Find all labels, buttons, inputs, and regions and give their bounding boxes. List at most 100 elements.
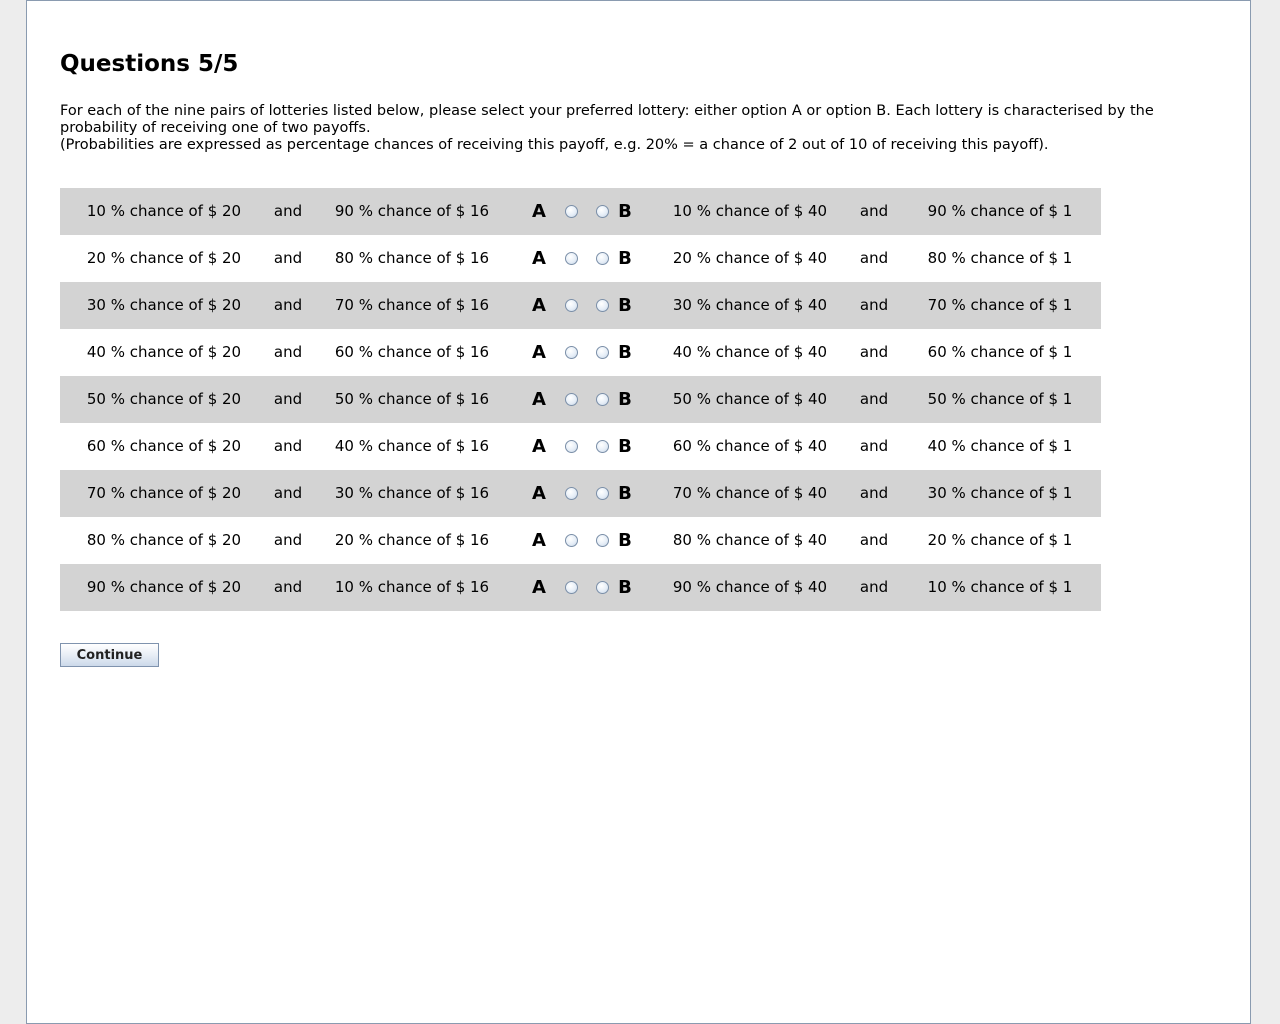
option-a-payoff-2: 30 % chance of $ 16 [334, 484, 490, 502]
option-a-radio-cell [557, 235, 578, 282]
option-a-radio-cell [557, 376, 578, 423]
option-a-radio-cell [557, 564, 578, 611]
option-b-and-label: and [859, 578, 889, 596]
option-a-label: A [532, 483, 546, 504]
option-b-radio-cell [588, 282, 609, 329]
option-a-and-label: and [273, 343, 303, 361]
option-b-radio[interactable] [596, 205, 609, 218]
option-a-payoff-1: 50 % chance of $ 20 [86, 390, 242, 408]
option-a-payoff-2: 40 % chance of $ 16 [334, 437, 490, 455]
option-b-label: B [618, 389, 632, 410]
option-b-payoff-2: 50 % chance of $ 1 [927, 390, 1073, 408]
option-a-label: A [532, 342, 546, 363]
option-a-label: A [532, 436, 546, 457]
lottery-row: 80 % chance of $ 20 and 20 % chance of $ 1… [60, 517, 1101, 564]
option-b-radio[interactable] [596, 534, 609, 547]
option-b-and-label: and [859, 249, 889, 267]
option-b-payoff-2: 40 % chance of $ 1 [927, 437, 1073, 455]
option-b-payoff-2: 90 % chance of $ 1 [927, 202, 1073, 220]
option-a-and-label: and [273, 296, 303, 314]
option-a-radio[interactable] [565, 205, 578, 218]
option-b-and-label: and [859, 296, 889, 314]
option-b-and-label: and [859, 484, 889, 502]
option-a-radio-cell [557, 188, 578, 235]
option-a-radio[interactable] [565, 487, 578, 500]
option-a-radio-cell [557, 470, 578, 517]
option-a-radio-cell [557, 282, 578, 329]
option-a-payoff-1: 80 % chance of $ 20 [86, 531, 242, 549]
option-b-payoff-2: 20 % chance of $ 1 [927, 531, 1073, 549]
option-a-payoff-2: 20 % chance of $ 16 [334, 531, 490, 549]
option-b-label: B [618, 483, 632, 504]
option-a-payoff-1: 60 % chance of $ 20 [86, 437, 242, 455]
option-a-radio[interactable] [565, 534, 578, 547]
option-a-payoff-2: 10 % chance of $ 16 [334, 578, 490, 596]
option-a-label: A [532, 389, 546, 410]
option-a-label: A [532, 577, 546, 598]
option-b-payoff-2: 70 % chance of $ 1 [927, 296, 1073, 314]
option-a-label: A [532, 530, 546, 551]
lottery-row: 20 % chance of $ 20 and 80 % chance of $ 1… [60, 235, 1101, 282]
option-a-payoff-1: 20 % chance of $ 20 [86, 249, 242, 267]
option-a-payoff-2: 70 % chance of $ 16 [334, 296, 490, 314]
instructions-text: For each of the nine pairs of lotteries … [60, 103, 1154, 136]
option-b-payoff-2: 30 % chance of $ 1 [927, 484, 1073, 502]
option-b-label: B [618, 436, 632, 457]
option-b-radio-cell [588, 188, 609, 235]
option-b-and-label: and [859, 390, 889, 408]
option-a-and-label: and [273, 249, 303, 267]
option-b-payoff-1: 80 % chance of $ 40 [672, 531, 828, 549]
page-title: Questions 5/5 [60, 51, 239, 77]
option-b-payoff-1: 30 % chance of $ 40 [672, 296, 828, 314]
option-b-radio-cell [588, 329, 609, 376]
option-b-label: B [618, 342, 632, 363]
option-a-radio[interactable] [565, 581, 578, 594]
option-a-radio-cell [557, 423, 578, 470]
lottery-row: 90 % chance of $ 20 and 10 % chance of $ 1… [60, 564, 1101, 611]
option-a-payoff-2: 90 % chance of $ 16 [334, 202, 490, 220]
option-a-payoff-2: 50 % chance of $ 16 [334, 390, 490, 408]
option-a-and-label: and [273, 484, 303, 502]
option-b-label: B [618, 577, 632, 598]
continue-button[interactable]: Continue [60, 643, 159, 667]
option-a-and-label: and [273, 578, 303, 596]
option-a-label: A [532, 248, 546, 269]
option-b-label: B [618, 248, 632, 269]
option-a-radio[interactable] [565, 252, 578, 265]
option-a-radio[interactable] [565, 299, 578, 312]
option-a-payoff-1: 40 % chance of $ 20 [86, 343, 242, 361]
option-a-payoff-1: 90 % chance of $ 20 [86, 578, 242, 596]
option-b-radio[interactable] [596, 487, 609, 500]
option-a-radio-cell [557, 517, 578, 564]
option-a-payoff-1: 70 % chance of $ 20 [86, 484, 242, 502]
option-b-payoff-1: 90 % chance of $ 40 [672, 578, 828, 596]
option-b-radio[interactable] [596, 252, 609, 265]
option-b-radio[interactable] [596, 299, 609, 312]
option-a-and-label: and [273, 390, 303, 408]
lottery-table: 10 % chance of $ 20 and 90 % chance of $ 1… [60, 188, 1101, 611]
option-b-radio-cell [588, 564, 609, 611]
option-b-radio[interactable] [596, 393, 609, 406]
option-b-payoff-1: 10 % chance of $ 40 [672, 202, 828, 220]
option-b-radio-cell [588, 470, 609, 517]
option-b-radio[interactable] [596, 581, 609, 594]
option-b-payoff-1: 70 % chance of $ 40 [672, 484, 828, 502]
option-a-radio[interactable] [565, 346, 578, 359]
option-b-radio-cell [588, 517, 609, 564]
lottery-row: 40 % chance of $ 20 and 60 % chance of $ 1… [60, 329, 1101, 376]
option-a-radio[interactable] [565, 393, 578, 406]
option-b-payoff-2: 10 % chance of $ 1 [927, 578, 1073, 596]
option-b-and-label: and [859, 531, 889, 549]
option-b-radio[interactable] [596, 346, 609, 359]
option-b-payoff-2: 80 % chance of $ 1 [927, 249, 1073, 267]
instructions-note: (Probabilities are expressed as percenta… [60, 137, 1049, 153]
option-b-radio[interactable] [596, 440, 609, 453]
option-a-and-label: and [273, 437, 303, 455]
option-b-payoff-1: 40 % chance of $ 40 [672, 343, 828, 361]
option-a-radio[interactable] [565, 440, 578, 453]
option-b-and-label: and [859, 343, 889, 361]
option-a-and-label: and [273, 531, 303, 549]
option-a-label: A [532, 201, 546, 222]
option-b-label: B [618, 295, 632, 316]
option-b-payoff-1: 60 % chance of $ 40 [672, 437, 828, 455]
